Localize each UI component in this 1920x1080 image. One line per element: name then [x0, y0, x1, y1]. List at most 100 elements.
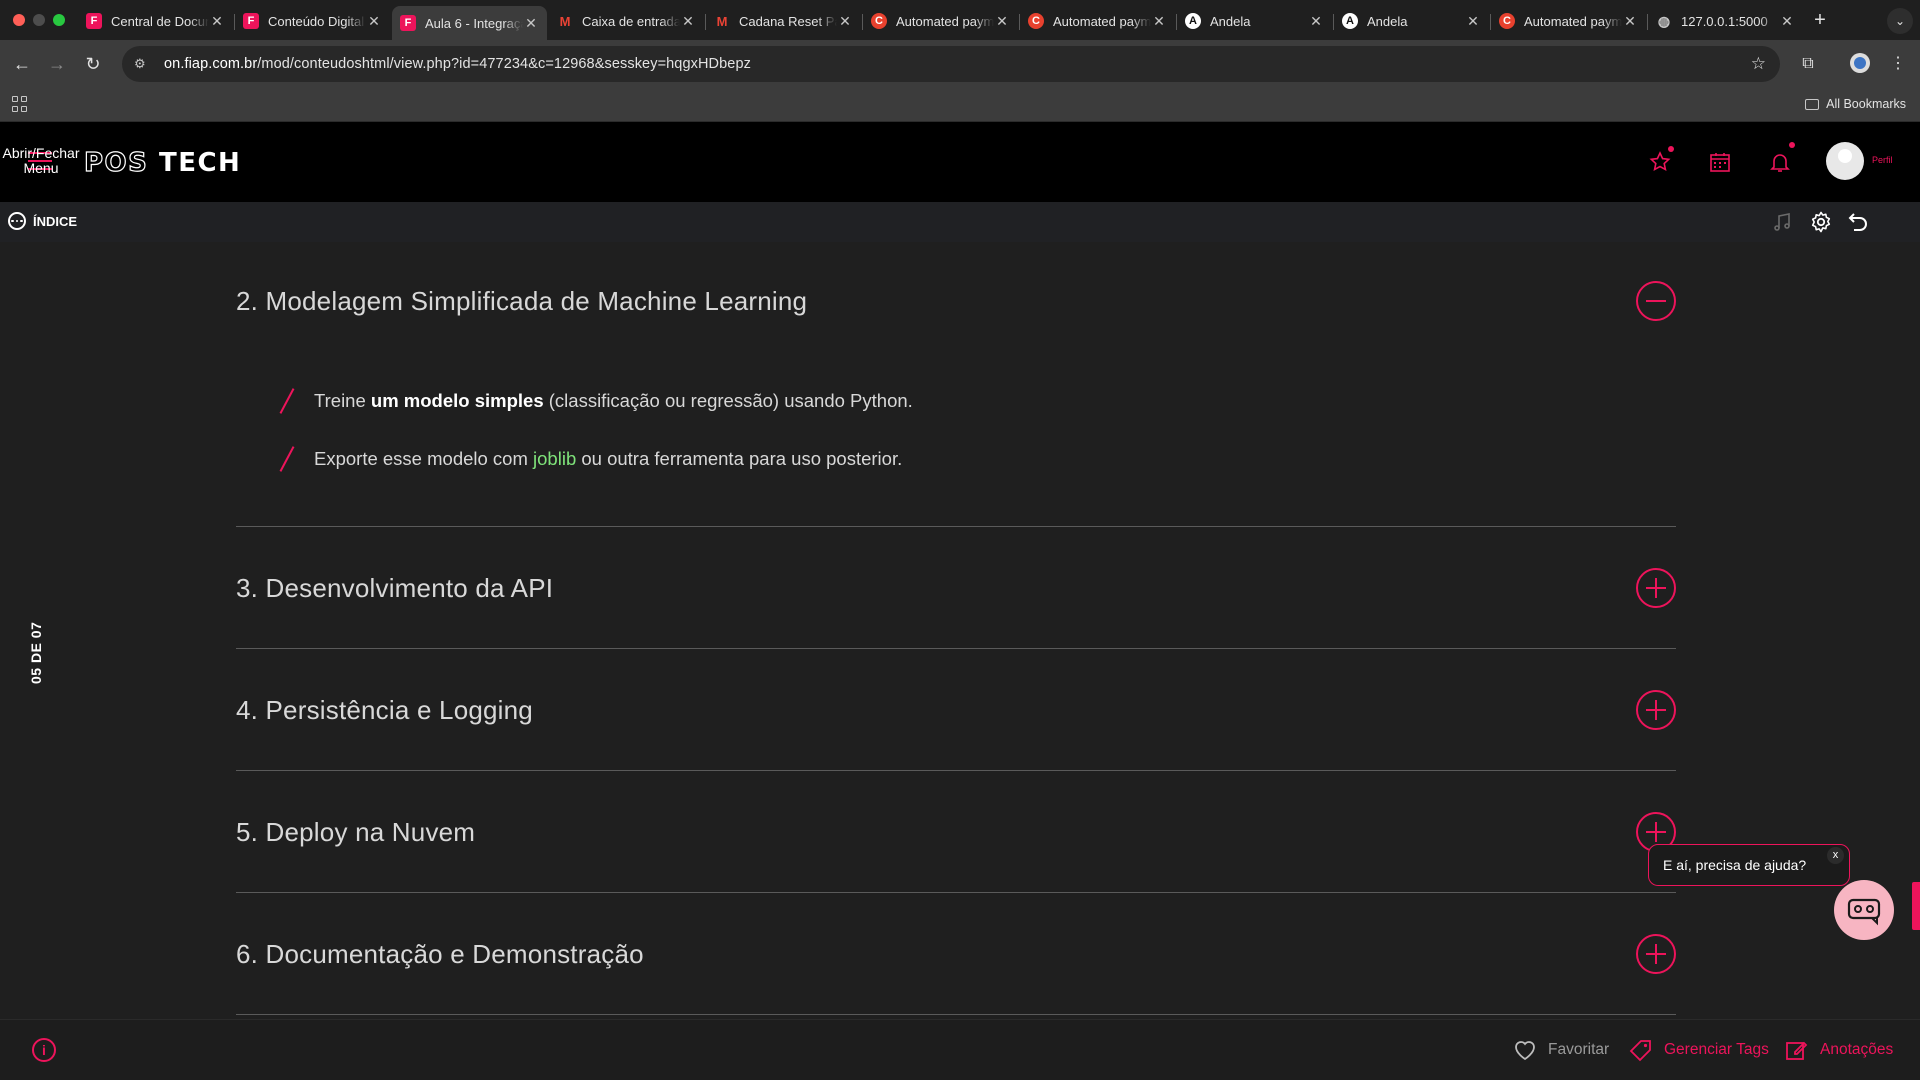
edit-note-icon: [1786, 1041, 1808, 1060]
joblib-link[interactable]: joblib: [533, 448, 576, 469]
accordion-section-3[interactable]: 3. Desenvolvimento da API: [236, 568, 1676, 608]
site-settings-icon[interactable]: ⚙: [134, 56, 150, 72]
index-button[interactable]: ÍNDICE: [8, 212, 77, 230]
section-title: 2. Modelagem Simplificada de Machine Lea…: [236, 285, 808, 316]
coda-icon: C: [1499, 13, 1515, 29]
bookmark-star-icon[interactable]: ☆: [1751, 54, 1766, 74]
globe-icon: ◍: [1657, 12, 1671, 29]
new-tab-button[interactable]: +: [1808, 8, 1832, 32]
browser-tab[interactable]: C Automated payments ✕: [863, 6, 1018, 36]
slash-bullet-icon: [280, 446, 294, 472]
section-title: 6. Documentação e Demonstração: [236, 938, 644, 969]
profile-avatar-icon[interactable]: [1848, 52, 1872, 76]
tab-title: Andela: [1210, 13, 1251, 29]
lesson-footer: i Favoritar Gerenciar Tags Anotações: [0, 1019, 1920, 1080]
calendar-icon[interactable]: [1708, 150, 1732, 174]
extensions-icon[interactable]: ⧉: [1796, 52, 1820, 76]
settings-gear-icon[interactable]: [1809, 210, 1833, 234]
close-tab-icon[interactable]: ✕: [1465, 13, 1481, 30]
address-bar[interactable]: ⚙ on.fiap.com.br/mod/conteudoshtml/view.…: [122, 46, 1780, 82]
info-icon[interactable]: i: [32, 1038, 56, 1062]
lesson-content: 05 DE 07 2. Modelagem Simplificada de Ma…: [0, 242, 1920, 1019]
browser-tab[interactable]: M Caixa de entrada ✕: [549, 6, 704, 36]
browser-tab[interactable]: A Andela ✕: [1334, 6, 1489, 36]
bookmarks-bar: All Bookmarks: [0, 88, 1920, 122]
url-path: /mod/conteudoshtml/view.php?id=477234&c=…: [257, 56, 751, 72]
list-item: Exporte esse modelo com joblib ou outra …: [280, 446, 902, 472]
close-tab-icon[interactable]: ✕: [1622, 13, 1638, 30]
bullet-text-pre: Treine: [314, 390, 371, 411]
postech-logo[interactable]: POS TECH: [83, 147, 241, 178]
accordion-section-5[interactable]: 5. Deploy na Nuvem: [236, 812, 1676, 852]
browser-tab-active[interactable]: F Aula 6 - Integração ✕: [392, 6, 547, 40]
tab-title: Central de Documentos: [111, 13, 209, 29]
notifications-bell-icon[interactable]: [1768, 150, 1792, 174]
chat-help-bubble[interactable]: E aí, precisa de ajuda?: [1648, 844, 1850, 886]
all-bookmarks-button[interactable]: All Bookmarks: [1805, 97, 1906, 111]
favorite-button[interactable]: Favoritar: [1512, 1038, 1609, 1062]
browser-tab[interactable]: C Automated payments ✕: [1020, 6, 1175, 36]
browser-menu-icon[interactable]: ⋮: [1886, 52, 1910, 76]
minimize-window-button[interactable]: [33, 14, 45, 26]
back-icon[interactable]: ←: [10, 52, 34, 76]
expand-plus-icon[interactable]: [1636, 934, 1676, 974]
close-tab-icon[interactable]: ✕: [837, 13, 853, 30]
close-tab-icon[interactable]: ✕: [680, 13, 696, 30]
section-divider: [236, 770, 1676, 771]
close-window-button[interactable]: [13, 14, 25, 26]
accordion-section-2[interactable]: 2. Modelagem Simplificada de Machine Lea…: [236, 281, 1676, 321]
chatbot-button[interactable]: [1834, 880, 1894, 940]
close-tab-icon[interactable]: ✕: [1779, 13, 1795, 30]
favorites-notification-dot: [1668, 146, 1674, 152]
browser-tab[interactable]: F Conteúdo Digital ✕: [235, 6, 390, 36]
tag-icon: [1629, 1040, 1651, 1062]
andela-icon: A: [1342, 13, 1358, 29]
url-host: on.fiap.com.br: [164, 56, 258, 72]
user-avatar[interactable]: [1826, 142, 1864, 180]
close-tab-icon[interactable]: ✕: [1151, 13, 1167, 30]
browser-tab[interactable]: M Cadana Reset Password ✕: [706, 6, 861, 36]
chat-close-button[interactable]: x: [1827, 847, 1844, 864]
browser-tab[interactable]: ◍ 127.0.0.1:5000 ✕: [1648, 6, 1803, 36]
expand-plus-icon[interactable]: [1636, 568, 1676, 608]
section-divider: [236, 648, 1676, 649]
fiap-icon: F: [400, 15, 416, 31]
coda-icon: C: [1028, 13, 1044, 29]
profile-link[interactable]: Perfil: [1872, 155, 1893, 165]
browser-tab[interactable]: F Central de Documentos ✕: [78, 6, 233, 36]
favorites-star-icon[interactable]: [1648, 150, 1672, 174]
close-tab-icon[interactable]: ✕: [1308, 13, 1324, 30]
all-bookmarks-label: All Bookmarks: [1826, 97, 1906, 111]
tab-title: Andela: [1367, 13, 1408, 29]
collapse-minus-icon[interactable]: [1636, 281, 1676, 321]
tab-title: Aula 6 - Integração: [425, 15, 523, 31]
close-tab-icon[interactable]: ✕: [523, 15, 539, 32]
accordion-section-6[interactable]: 6. Documentação e Demonstração: [236, 934, 1676, 974]
reload-icon[interactable]: ↻: [81, 52, 105, 76]
coda-icon: C: [871, 13, 887, 29]
expand-plus-icon[interactable]: [1636, 690, 1676, 730]
manage-tags-label: Gerenciar Tags: [1664, 1041, 1769, 1058]
site-header: Abrir/Fechar Menu POS TECH Perfil: [0, 122, 1920, 202]
tab-title: Caixa de entrada: [582, 13, 680, 29]
section-divider: [236, 526, 1676, 527]
close-tab-icon[interactable]: ✕: [366, 13, 382, 30]
undo-icon[interactable]: [1846, 210, 1870, 234]
close-tab-icon[interactable]: ✕: [209, 13, 225, 30]
tab-search-icon[interactable]: ⌄: [1887, 8, 1913, 34]
url-text[interactable]: on.fiap.com.br/mod/conteudoshtml/view.ph…: [164, 56, 751, 72]
accordion-section-4[interactable]: 4. Persistência e Logging: [236, 690, 1676, 730]
bullet-text: Exporte esse modelo com joblib ou outra …: [314, 448, 902, 470]
maximize-window-button[interactable]: [53, 14, 65, 26]
section-divider: [236, 1014, 1676, 1015]
browser-tab[interactable]: A Andela ✕: [1177, 6, 1332, 36]
manage-tags-button[interactable]: Gerenciar Tags: [1628, 1038, 1769, 1062]
browser-tab[interactable]: C Automated payments ✕: [1491, 6, 1646, 36]
menu-toggle-label[interactable]: Abrir/Fechar Menu: [1, 146, 81, 176]
close-tab-icon[interactable]: ✕: [994, 13, 1010, 30]
audio-music-icon[interactable]: [1770, 210, 1794, 234]
apps-grid-icon[interactable]: [12, 96, 28, 112]
forward-icon[interactable]: →: [45, 52, 69, 76]
notes-button[interactable]: Anotações: [1784, 1038, 1893, 1062]
scrollbar-thumb[interactable]: [1912, 882, 1920, 930]
